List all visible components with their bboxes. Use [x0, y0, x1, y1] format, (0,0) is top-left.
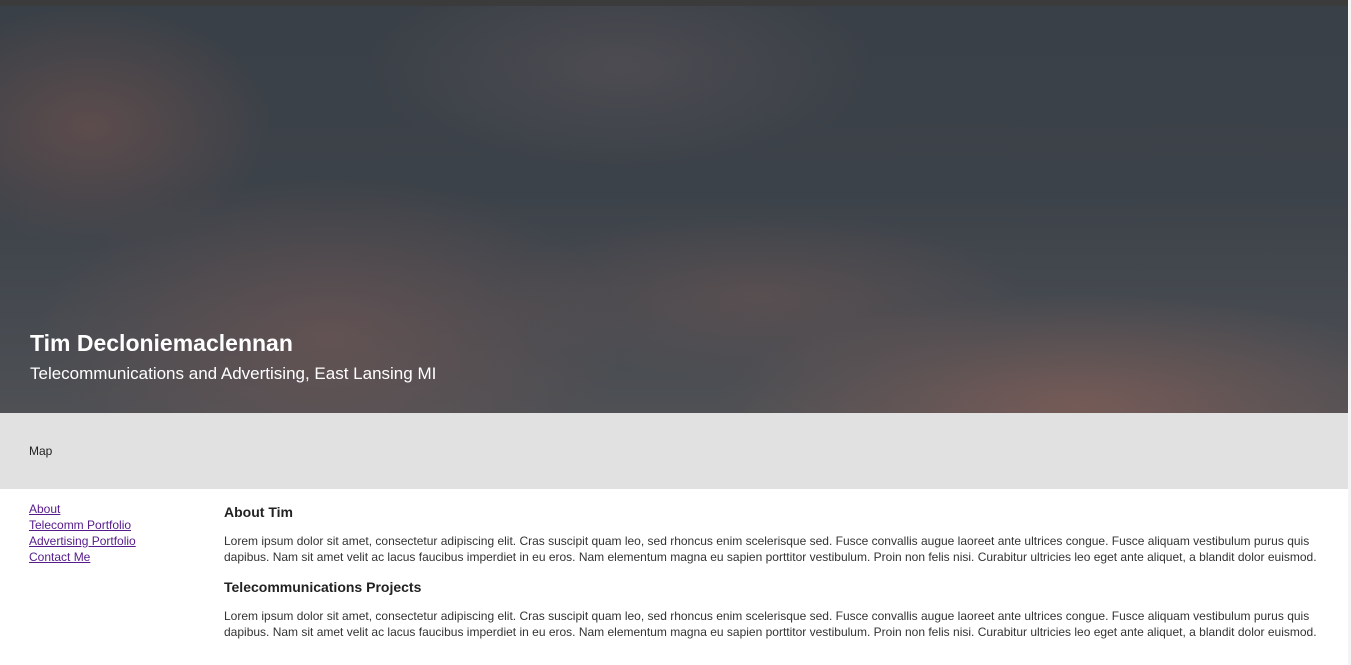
map-bar: Map — [0, 413, 1348, 489]
telecommunications-projects-section: Telecommunications Projects Lorem ipsum … — [224, 578, 1328, 640]
sidebar-link-advertising-portfolio[interactable]: Advertising Portfolio — [29, 533, 199, 549]
sidebar-link-contact-me[interactable]: Contact Me — [29, 549, 199, 565]
site-subtitle: Telecommunications and Advertising, East… — [30, 364, 437, 383]
section-body: Lorem ipsum dolor sit amet, consectetur … — [224, 534, 1317, 564]
section-heading: About Tim — [224, 504, 293, 520]
section-body: Lorem ipsum dolor sit amet, consectetur … — [224, 609, 1317, 639]
hero-banner: Tim Decloniemaclennan Telecommunications… — [0, 6, 1348, 413]
about-section: About Tim Lorem ipsum dolor sit amet, co… — [224, 503, 1328, 565]
sidebar-link-telecomm-portfolio[interactable]: Telecomm Portfolio — [29, 517, 199, 533]
sidebar-nav: About Telecomm Portfolio Advertising Por… — [29, 501, 199, 565]
map-link[interactable]: Map — [29, 444, 52, 458]
site-title: Tim Decloniemaclennan — [30, 330, 293, 356]
main-content: About Tim Lorem ipsum dolor sit amet, co… — [224, 503, 1328, 640]
section-heading: Telecommunications Projects — [224, 579, 422, 595]
sidebar-link-about[interactable]: About — [29, 501, 199, 517]
